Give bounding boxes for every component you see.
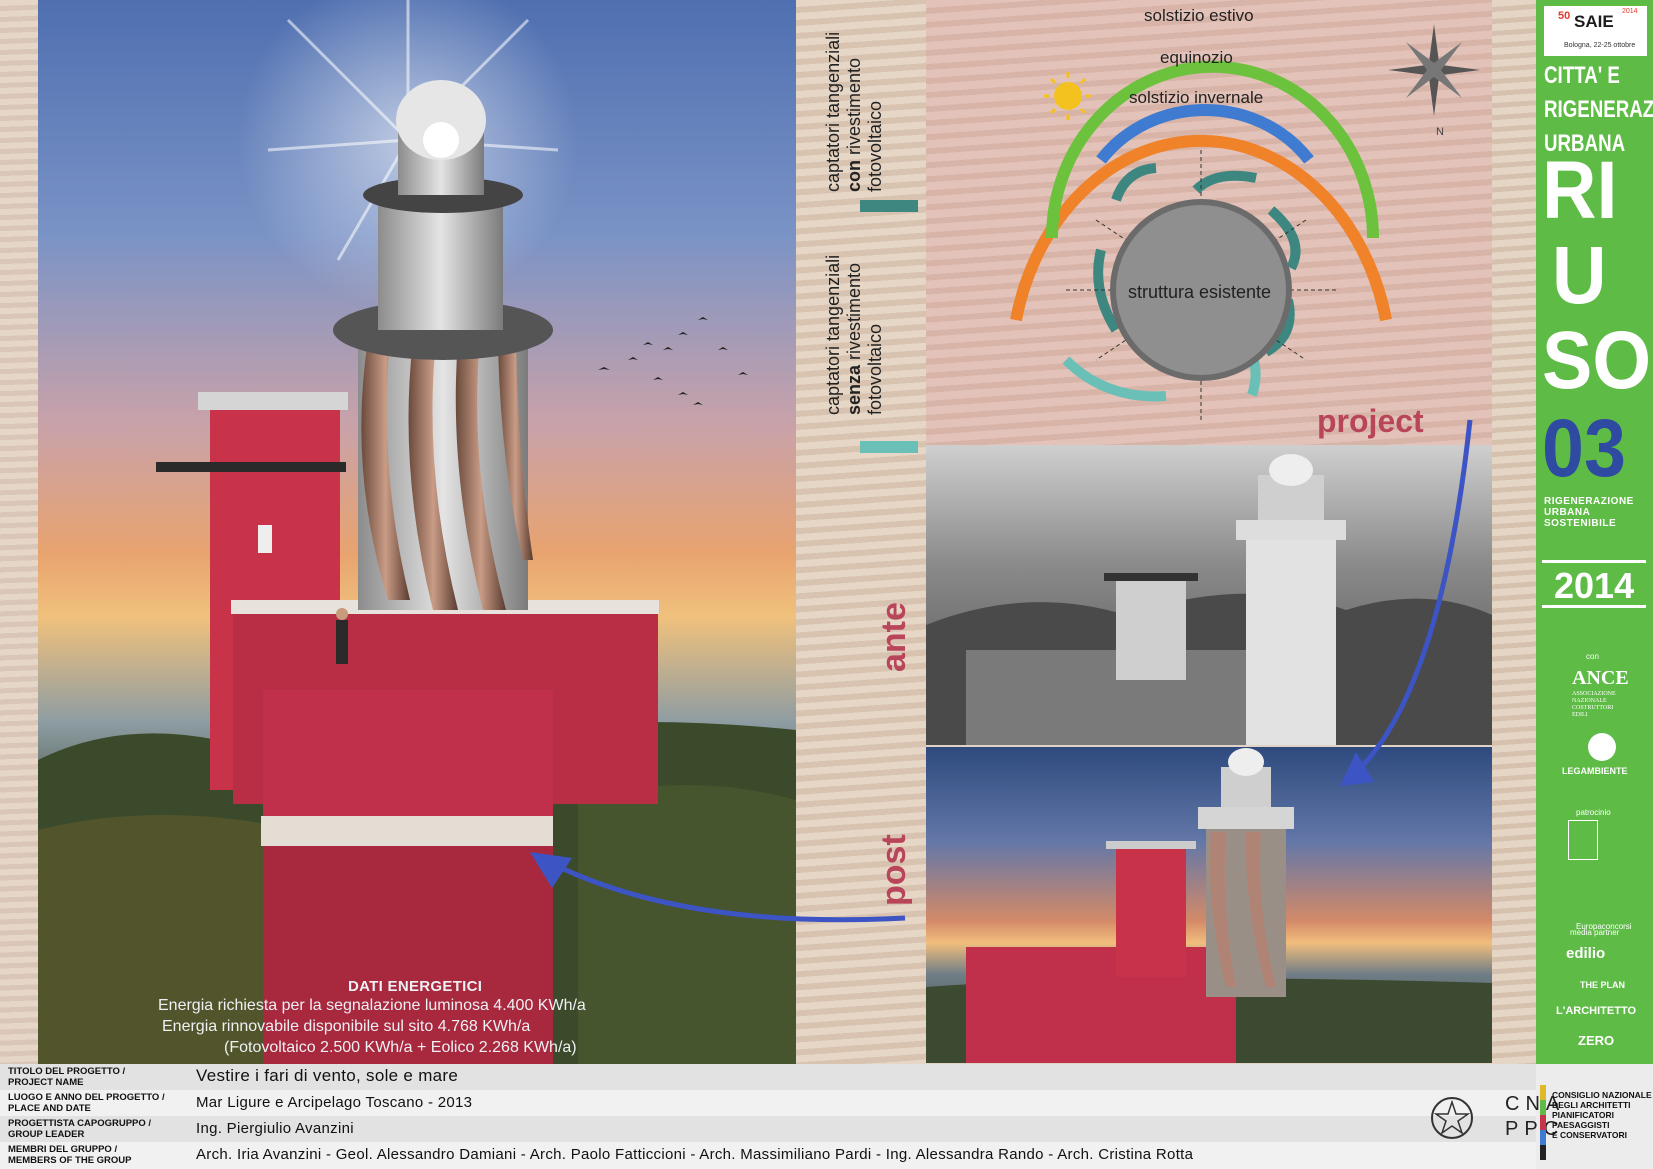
big-letters-ri: RI bbox=[1542, 145, 1618, 236]
energy-required-row: Energia richiesta per la segnalazione lu… bbox=[158, 997, 586, 1014]
subtitle-block: RIGENERAZIONE URBANA SOSTENIBILE bbox=[1544, 496, 1634, 529]
partner-edilio: edilio bbox=[1566, 945, 1606, 962]
footer-row-leader: PROGETTISTA CAPOGRUPPO / GROUP LEADER Ing… bbox=[0, 1116, 1536, 1142]
saie-subtitle: Bologna, 22-25 ottobre bbox=[1564, 42, 1636, 49]
title-line-1: CITTA' E bbox=[1544, 62, 1620, 89]
year-label: 2014 bbox=[1554, 565, 1635, 606]
place-and-date: Mar Ligure e Arcipelago Toscano - 2013 bbox=[196, 1094, 473, 1111]
post-lighthouse-image bbox=[926, 748, 1492, 1063]
ance-subtitle: ASSOCIAZIONE NAZIONALE COSTRUTTORI EDILI bbox=[1572, 691, 1616, 718]
saie-wordmark: SAIE bbox=[1574, 12, 1614, 31]
big-letters-u: U bbox=[1552, 230, 1607, 321]
saie-logo: 50 SAIE 2014 Bologna, 22-25 ottobre bbox=[1544, 6, 1647, 56]
group-leader: Ing. Piergiulio Avanzini bbox=[196, 1120, 354, 1137]
energy-breakdown-row: (Fotovoltaico 2.500 KWh/a + Eolico 2.268… bbox=[224, 1039, 577, 1056]
footer-row-title: TITOLO DEL PROGETTO / PROJECT NAME Vestir… bbox=[0, 1064, 1536, 1090]
saie-year: 2014 bbox=[1622, 8, 1638, 15]
project-name: Vestire i fari di vento, sole e mare bbox=[196, 1066, 459, 1085]
legend-without-pv: captatori tangenziali senza rivestimento… bbox=[823, 254, 885, 415]
patrocinio-label: patrocinio bbox=[1576, 808, 1611, 817]
summer-solstice-label: solstizio estivo bbox=[1144, 6, 1254, 25]
council-color-bar bbox=[1540, 1085, 1546, 1160]
right-paper-strip bbox=[1492, 0, 1536, 1064]
title-line-2: RIGENERAZIONE bbox=[1544, 96, 1653, 123]
post-photo bbox=[926, 747, 1492, 1063]
ante-lighthouse-image bbox=[926, 454, 1492, 745]
energy-title: DATI ENERGETICI bbox=[348, 978, 483, 995]
republic-emblem-icon bbox=[1431, 1097, 1473, 1139]
council-name: CONSIGLIO NAZIONALE DEGLI ARCHITETTI PIA… bbox=[1552, 1090, 1652, 1140]
equinox-label: equinozio bbox=[1160, 48, 1233, 67]
con-label: con bbox=[1586, 652, 1599, 661]
big-letters-03: 03 bbox=[1542, 403, 1626, 494]
lighthouse-illustration bbox=[38, 0, 796, 1064]
partner-the-plan: THE PLAN bbox=[1580, 980, 1625, 990]
ance-logo: ANCE bbox=[1572, 667, 1629, 689]
ante-photo bbox=[926, 445, 1492, 745]
partner-europaconcorsi: Europaconcorsi bbox=[1576, 922, 1632, 931]
solar-diagram: solstizio estivo equinozio solstizio inv… bbox=[926, 0, 1492, 445]
legambiente-logo: LEGAMBIENTE bbox=[1562, 766, 1628, 776]
project-info-footer: TITOLO DEL PROGETTO / PROJECT NAME Vestir… bbox=[0, 1064, 1653, 1169]
saie-badge: 50 bbox=[1558, 10, 1571, 22]
sidebar: 50 SAIE 2014 Bologna, 22-25 ottobre CITT… bbox=[1536, 0, 1653, 1064]
north-label: N bbox=[1436, 126, 1444, 138]
existing-structure-label: struttura esistente bbox=[1128, 282, 1272, 302]
project-label: project bbox=[1317, 403, 1424, 439]
winter-solstice-label: solstizio invernale bbox=[1129, 88, 1264, 107]
ante-label: ante bbox=[875, 602, 913, 672]
footer-row-place: LUOGO E ANNO DEL PROGETTO / PLACE AND DAT… bbox=[0, 1090, 1536, 1116]
andi-logo-icon bbox=[1568, 820, 1598, 860]
legambiente-icon bbox=[1588, 733, 1616, 761]
dark-teal-swatch bbox=[860, 200, 918, 212]
light-teal-swatch bbox=[860, 441, 918, 453]
big-letters-so: SO bbox=[1542, 315, 1652, 406]
footer-row-members: MEMBRI DEL GRUPPO / MEMBERS OF THE GROUP … bbox=[0, 1142, 1536, 1169]
year-box: 2014 bbox=[1542, 560, 1646, 608]
partner-larchitetto: L'ARCHITETTO bbox=[1556, 1005, 1637, 1017]
group-members: Arch. Iria Avanzini - Geol. Alessandro D… bbox=[196, 1146, 1194, 1163]
compass-rose-icon bbox=[1388, 24, 1480, 116]
energy-data-block: DATI ENERGETICI Energia richiesta per la… bbox=[158, 978, 718, 1058]
partner-zero: ZERO bbox=[1578, 1033, 1615, 1048]
left-paper-edge bbox=[0, 0, 38, 1064]
lighthouse-render: DATI ENERGETICI Energia richiesta per la… bbox=[38, 0, 796, 1064]
sun-icon bbox=[1044, 72, 1092, 120]
post-label: post bbox=[875, 834, 913, 906]
energy-available-row: Energia rinnovabile disponibile sul sito… bbox=[162, 1018, 531, 1035]
legend-with-pv: captatori tangenziali con rivestimento f… bbox=[823, 31, 885, 192]
